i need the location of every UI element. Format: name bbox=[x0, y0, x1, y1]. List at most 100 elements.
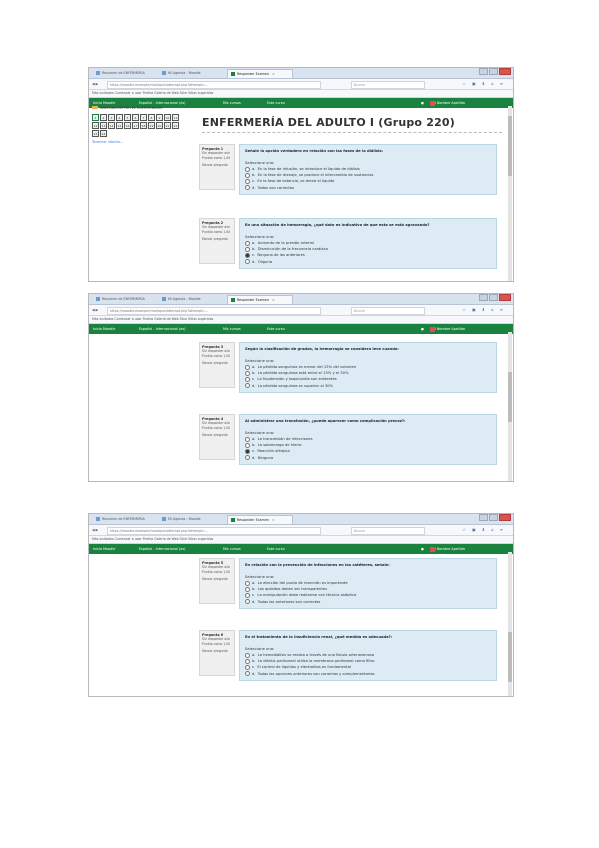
browser-tab[interactable]: Resumen de ENFERMERIA bbox=[93, 69, 157, 78]
notifications-icon[interactable]: ● bbox=[421, 98, 424, 108]
url-input[interactable]: https://moodle.example/mod/quiz/attempt.… bbox=[107, 81, 321, 89]
question-nav-button[interactable]: 14 bbox=[108, 122, 115, 129]
question-nav-button[interactable]: 15 bbox=[116, 122, 123, 129]
user-menu[interactable]: Nombre Apellido bbox=[429, 98, 465, 108]
nav-this-course-menu[interactable]: Este curso bbox=[267, 324, 285, 334]
question-nav-button[interactable]: 4 bbox=[116, 114, 123, 121]
answer-option[interactable]: d. La pérdida sanguínea es superior al 3… bbox=[245, 383, 491, 389]
close-window-icon[interactable] bbox=[499, 68, 511, 75]
scrollbar[interactable] bbox=[508, 106, 512, 281]
radio-button[interactable] bbox=[245, 172, 250, 178]
question-nav-button[interactable]: 1 bbox=[92, 114, 99, 121]
search-input[interactable]: Buscar bbox=[351, 307, 425, 315]
back-forward-icon[interactable]: ◀ ▶ bbox=[92, 79, 98, 89]
radio-button[interactable] bbox=[245, 436, 250, 442]
nav-language-menu[interactable]: Español - Internacional (es) bbox=[139, 324, 185, 334]
radio-button[interactable] bbox=[245, 592, 250, 598]
bookmarks-bar[interactable]: Más visitados Comenzar a usar Firefox Ga… bbox=[89, 90, 513, 98]
browser-tab[interactable]: Resumen de ENFERMERIA bbox=[93, 515, 157, 524]
radio-button[interactable] bbox=[245, 671, 250, 677]
radio-button[interactable] bbox=[245, 586, 250, 592]
question-nav-button[interactable]: 22 bbox=[172, 122, 179, 129]
scrollbar[interactable] bbox=[508, 332, 512, 481]
question-nav-button[interactable]: 12 bbox=[92, 122, 99, 129]
bookmarks-bar[interactable]: Más visitados Comenzar a usar Firefox Ga… bbox=[89, 316, 513, 324]
url-input[interactable]: https://moodle.example/mod/quiz/attempt.… bbox=[107, 307, 321, 315]
question-nav-button[interactable]: 3 bbox=[108, 114, 115, 121]
question-nav-button[interactable]: 10 bbox=[164, 114, 171, 121]
question-nav-button[interactable]: 23 bbox=[92, 130, 99, 137]
scrollbar[interactable] bbox=[508, 552, 512, 696]
nav-courses-menu[interactable]: Mis cursos bbox=[223, 98, 241, 108]
search-input[interactable]: Buscar bbox=[351, 527, 425, 535]
question-nav-button[interactable]: 21 bbox=[164, 122, 171, 129]
url-input[interactable]: https://moodle.example/mod/quiz/attempt.… bbox=[107, 527, 321, 535]
radio-button[interactable] bbox=[245, 658, 250, 664]
browser-tab[interactable]: Mi Agenda - Moodle bbox=[159, 69, 225, 78]
maximize-icon[interactable] bbox=[489, 514, 498, 521]
question-nav-button[interactable]: 8 bbox=[148, 114, 155, 121]
question-nav-button[interactable]: 16 bbox=[124, 122, 131, 129]
radio-button[interactable] bbox=[245, 370, 250, 376]
search-input[interactable]: Buscar bbox=[351, 81, 425, 89]
radio-button[interactable] bbox=[245, 185, 250, 191]
browser-tab-active[interactable]: Responder Examen × bbox=[227, 69, 293, 78]
answer-option[interactable]: d. Todas son correctas bbox=[245, 185, 491, 191]
close-window-icon[interactable] bbox=[499, 294, 511, 301]
notifications-icon[interactable]: ● bbox=[421, 544, 424, 554]
browser-tab[interactable]: Mi Agenda - Moodle bbox=[159, 295, 225, 304]
nav-language-menu[interactable]: Español - Internacional (es) bbox=[139, 544, 185, 554]
nav-home-link[interactable]: Inicio Moodle bbox=[93, 324, 115, 334]
minimize-icon[interactable] bbox=[479, 294, 488, 301]
scrollbar-thumb[interactable] bbox=[508, 116, 512, 176]
answer-option[interactable]: d. Ninguna bbox=[245, 455, 491, 461]
user-menu[interactable]: Nombre Apellido bbox=[429, 324, 465, 334]
close-tab-icon[interactable]: × bbox=[272, 518, 275, 522]
nav-home-link[interactable]: Inicio Moodle bbox=[93, 544, 115, 554]
radio-button[interactable] bbox=[245, 364, 250, 370]
browser-tab[interactable]: Mi Agenda - Moodle bbox=[159, 515, 225, 524]
radio-button[interactable] bbox=[245, 455, 250, 461]
radio-button[interactable] bbox=[245, 246, 250, 252]
browser-tab-active[interactable]: Responder Examen × bbox=[227, 295, 293, 304]
question-nav-button[interactable]: 6 bbox=[132, 114, 139, 121]
minimize-icon[interactable] bbox=[479, 68, 488, 75]
question-nav-button[interactable]: 2 bbox=[100, 114, 107, 121]
user-menu[interactable]: Nombre Apellido bbox=[429, 544, 465, 554]
question-nav-button[interactable]: 9 bbox=[156, 114, 163, 121]
radio-button[interactable] bbox=[245, 240, 250, 246]
toolbar-icons[interactable]: ☆▣⬇⌂≡ bbox=[462, 525, 509, 535]
radio-button[interactable] bbox=[245, 652, 250, 658]
radio-button[interactable] bbox=[245, 599, 250, 605]
maximize-icon[interactable] bbox=[489, 68, 498, 75]
nav-courses-menu[interactable]: Mis cursos bbox=[223, 544, 241, 554]
finish-attempt-link[interactable]: Terminar intento... bbox=[92, 140, 182, 144]
flag-question-link[interactable]: Marcar pregunta bbox=[202, 163, 232, 167]
radio-button[interactable] bbox=[245, 166, 250, 172]
radio-button[interactable] bbox=[245, 376, 250, 382]
radio-button[interactable] bbox=[245, 252, 250, 258]
question-nav-button[interactable]: 19 bbox=[148, 122, 155, 129]
nav-this-course-menu[interactable]: Este curso bbox=[267, 98, 285, 108]
scrollbar-thumb[interactable] bbox=[508, 632, 512, 682]
flag-question-link[interactable]: Marcar pregunta bbox=[202, 237, 232, 241]
minimize-icon[interactable] bbox=[479, 514, 488, 521]
radio-button[interactable] bbox=[245, 448, 250, 454]
notifications-icon[interactable]: ● bbox=[421, 324, 424, 334]
maximize-icon[interactable] bbox=[489, 294, 498, 301]
browser-tab[interactable]: Resumen de ENFERMERIA bbox=[93, 295, 157, 304]
flag-question-link[interactable]: Marcar pregunta bbox=[202, 577, 232, 581]
back-forward-icon[interactable]: ◀ ▶ bbox=[92, 525, 98, 535]
question-nav-button[interactable]: 24 bbox=[100, 130, 107, 137]
question-nav-button[interactable]: 7 bbox=[140, 114, 147, 121]
question-nav-button[interactable]: 13 bbox=[100, 122, 107, 129]
browser-tab-active[interactable]: Responder Examen × bbox=[227, 515, 293, 524]
question-nav-button[interactable]: 11 bbox=[172, 114, 179, 121]
question-nav-button[interactable]: 17 bbox=[132, 122, 139, 129]
answer-option[interactable]: d. Todas las opciones anteriores son cor… bbox=[245, 671, 491, 677]
answer-option[interactable]: d. Oliguria bbox=[245, 259, 491, 265]
question-nav-button[interactable]: 5 bbox=[124, 114, 131, 121]
radio-button[interactable] bbox=[245, 178, 250, 184]
back-forward-icon[interactable]: ◀ ▶ bbox=[92, 305, 98, 315]
question-nav-button[interactable]: 20 bbox=[156, 122, 163, 129]
